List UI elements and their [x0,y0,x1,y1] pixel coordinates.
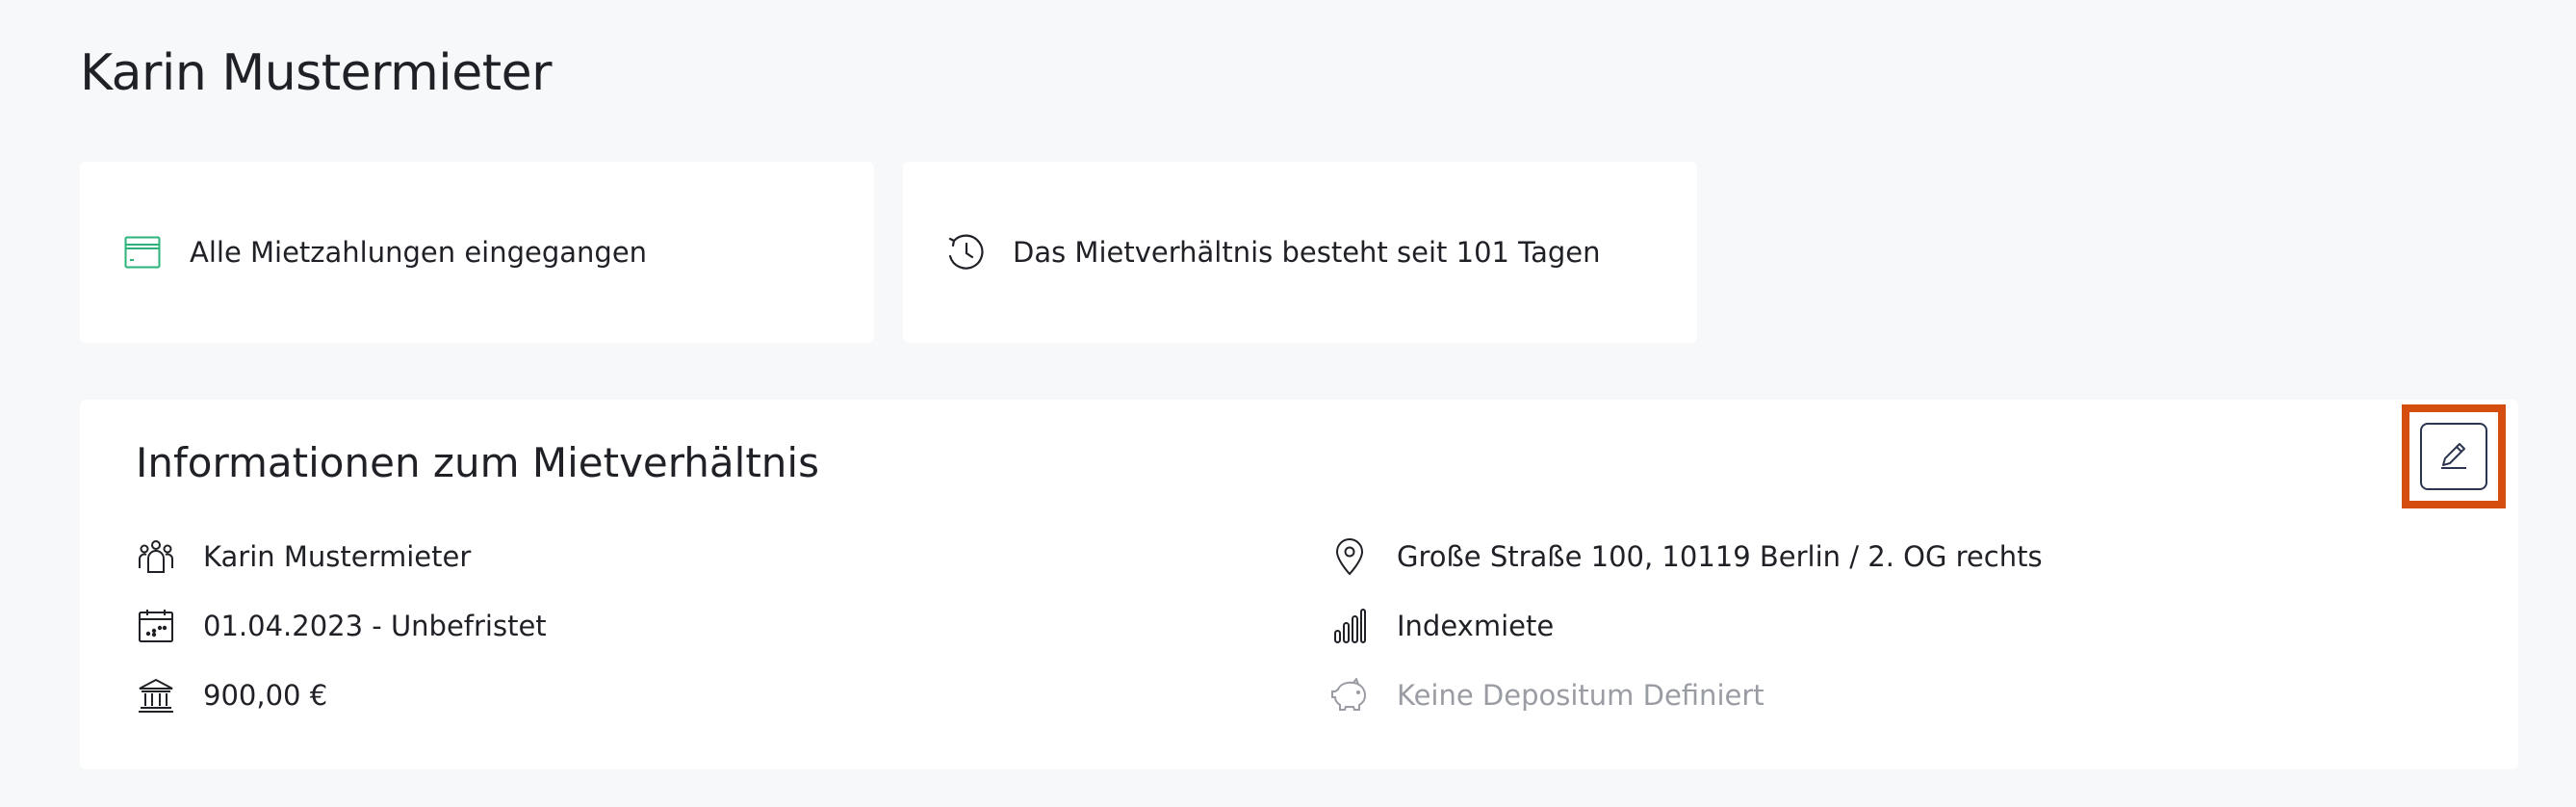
info-panel: Informationen zum Mietverhältnis Karin M… [80,400,2518,769]
page-title: Karin Mustermieter [80,44,552,102]
status-card-payments: Alle Mietzahlungen eingegangen [80,162,874,343]
status-card-duration: Das Mietverhältnis besteht seit 101 Tage… [903,162,1697,343]
tenants-icon [136,536,176,577]
info-row-rent: 900,00 € [136,674,327,716]
bar-chart-icon [1329,606,1370,646]
info-rent-text: 900,00 € [203,679,328,712]
location-pin-icon [1329,536,1370,577]
info-address-text: Große Straße 100, 10119 Berlin / 2. OG r… [1397,540,2043,573]
edit-button-highlight [2402,404,2506,508]
status-label-payments: Alle Mietzahlungen eingegangen [190,236,648,269]
info-rent-type-text: Indexmiete [1397,610,1555,642]
status-label-duration: Das Mietverhältnis besteht seit 101 Tage… [1013,236,1601,269]
bank-icon [136,675,176,716]
history-clock-icon [945,232,986,273]
credit-card-icon [122,232,163,273]
info-title: Informationen zum Mietverhältnis [136,439,819,486]
info-row-tenant: Karin Mustermieter [136,535,471,578]
info-tenant-text: Karin Mustermieter [203,540,472,573]
info-deposit-text: Keine Depositum Definiert [1397,679,1765,712]
info-period-text: 01.04.2023 - Unbefristet [203,610,547,642]
edit-button[interactable] [2420,423,2487,490]
info-row-address: Große Straße 100, 10119 Berlin / 2. OG r… [1329,535,2043,578]
pencil-icon [2437,438,2470,475]
info-row-rent-type: Indexmiete [1329,605,1554,647]
piggy-bank-icon [1329,675,1370,716]
info-row-period: 01.04.2023 - Unbefristet [136,605,547,647]
info-row-deposit: Keine Depositum Definiert [1329,674,1765,716]
calendar-icon [136,606,176,646]
